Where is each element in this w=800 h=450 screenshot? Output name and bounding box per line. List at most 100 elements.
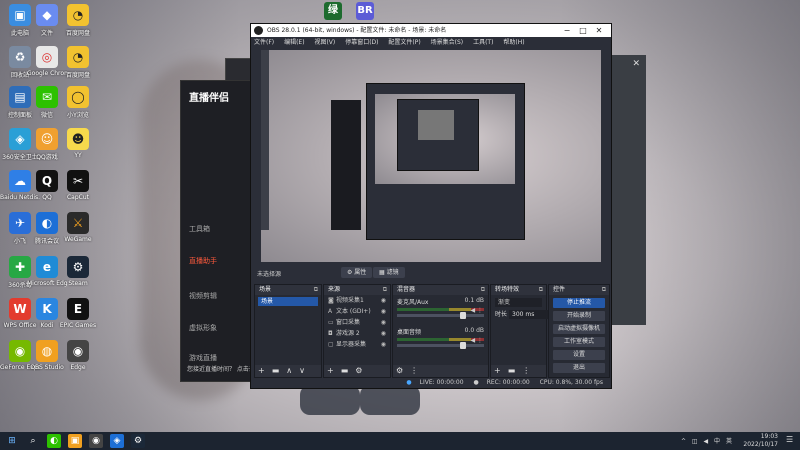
virtual-camera-button[interactable]: 启动虚拟摄像机 (553, 324, 605, 334)
desktop-icon[interactable]: ⚙ Steam (58, 256, 98, 287)
obs-window[interactable]: OBS 28.0.1 (64-bit, windows) - 配置文件: 未命名… (250, 23, 612, 389)
desktop-icon[interactable]: ⚔ WeGame (58, 212, 98, 243)
duration-input[interactable]: 300 ms (509, 310, 548, 319)
taskbar-app-icon[interactable]: ◉ (89, 434, 103, 448)
desktop-icon[interactable]: ✂ CapCut (58, 170, 98, 201)
desktop-icon[interactable]: ◯ 小Y浏览 (58, 86, 98, 119)
menu-docks[interactable]: 停靠窗口(D) (345, 39, 378, 46)
up-icon[interactable]: ∧ (286, 366, 292, 375)
close-icon[interactable]: ✕ (591, 24, 607, 37)
minimize-icon[interactable]: − (559, 24, 575, 37)
menu-tools[interactable]: 工具(T) (473, 39, 493, 46)
side-item[interactable]: 虚拟形象 (189, 323, 217, 333)
source-item[interactable]: ▭ 窗口采集 ◉ (324, 317, 390, 328)
trash-icon[interactable]: ▬ (508, 366, 516, 375)
visibility-icon[interactable]: ◉ (381, 328, 386, 339)
duration-row: 时长 300 ms (495, 310, 548, 319)
top-app-icon[interactable]: 绿 (324, 2, 342, 20)
scene-item[interactable]: 场景 (258, 297, 318, 306)
desktop-icon[interactable]: ☻ YY (58, 128, 98, 159)
visibility-icon[interactable]: ◉ (381, 339, 386, 350)
source-item[interactable]: ▢ 显示器采集 ◉ (324, 339, 390, 350)
menu-view[interactable]: 视图(V) (314, 39, 335, 46)
desktop-icon[interactable]: ◔ 百度网盘 (58, 4, 98, 37)
menu-help[interactable]: 帮助(H) (503, 39, 524, 46)
taskbar-app-icon[interactable]: ▣ (68, 434, 82, 448)
volume-slider[interactable] (397, 312, 484, 319)
side-item[interactable]: 工具箱 (189, 224, 210, 234)
search-icon[interactable]: ⌕ (26, 434, 40, 448)
down-icon[interactable]: ∨ (299, 366, 305, 375)
desktop-icon[interactable]: ◉ Edge (58, 340, 98, 371)
source-item[interactable]: A 文本 (GDI+) ◉ (324, 306, 390, 317)
nested-obs-capture (366, 83, 525, 240)
menu-file[interactable]: 文件(F) (254, 39, 274, 46)
dock-menu-icon[interactable]: ⧉ (539, 285, 543, 295)
trash-icon[interactable]: ▬ (272, 366, 280, 375)
desktop-icon[interactable]: E EPIC Games (58, 298, 98, 329)
slider-handle[interactable] (460, 342, 466, 349)
dock-header: 控件 ⧉ (549, 285, 609, 295)
steam-icon[interactable]: ⚙ (131, 434, 145, 448)
visibility-icon[interactable]: ◉ (381, 295, 386, 306)
menu-edit[interactable]: 编辑(E) (284, 39, 304, 46)
clock[interactable]: 19:03 2022/10/17 (738, 433, 778, 449)
source-item[interactable]: ◘ 游戏源 2 ◉ (324, 328, 390, 339)
menu-scene-collection[interactable]: 场景集合(S) (431, 39, 464, 46)
wallpaper-bow-left (300, 385, 360, 415)
trash-icon[interactable]: ▬ (341, 366, 349, 375)
volume-icon[interactable]: ◀ (704, 438, 709, 445)
maximize-icon[interactable]: □ (575, 24, 591, 37)
network-icon[interactable]: ◫ (692, 438, 698, 445)
gear-icon[interactable]: ⚙ (355, 366, 362, 375)
notification-icon[interactable]: ☰ (786, 435, 796, 446)
top-app-icon[interactable]: BR (356, 2, 374, 20)
menu-profile[interactable]: 配置文件(P) (388, 39, 420, 46)
speaker-icon[interactable]: ◀ ⋮ (470, 337, 483, 344)
dock-menu-icon[interactable]: ⧉ (383, 285, 387, 295)
speaker-icon[interactable]: ◀ ⋮ (470, 307, 483, 314)
transition-select[interactable]: 渐变 (495, 298, 542, 307)
volume-slider[interactable] (397, 342, 484, 349)
start-recording-button[interactable]: 开始录制 (553, 311, 605, 321)
obs-studio-icon: ◍ (36, 340, 58, 362)
side-item[interactable]: 游戏直播 (189, 353, 217, 363)
visibility-icon[interactable]: ◉ (381, 317, 386, 328)
filters-button[interactable]: ▦ 滤镜 (373, 267, 405, 278)
ime-label-2[interactable]: 英 (726, 438, 732, 445)
chevron-up-icon[interactable]: ^ (681, 438, 686, 445)
add-icon[interactable]: + (327, 366, 334, 375)
preview-canvas[interactable] (261, 50, 601, 262)
stop-streaming-button[interactable]: 停止推流 (553, 298, 605, 308)
visibility-icon[interactable]: ◉ (381, 306, 386, 317)
exit-button[interactable]: 退出 (553, 363, 605, 373)
obs-icon: ◉ (67, 340, 89, 362)
gear-icon[interactable]: ⚙ (396, 366, 403, 375)
source-item[interactable]: ◙ 视频采集1 ◉ (324, 295, 390, 306)
yy-icon: ☻ (67, 128, 89, 150)
settings-button[interactable]: 设置 (553, 350, 605, 360)
side-item[interactable]: 直播助手 (189, 256, 217, 266)
close-icon[interactable]: ✕ (632, 59, 640, 69)
background-app-window[interactable]: ✕ (610, 55, 646, 325)
tray-icons: ^ ◫ ◀ 中 英 (677, 436, 732, 445)
dock-menu-icon[interactable]: ⧉ (602, 285, 606, 295)
taskbar-app-icon[interactable]: ◐ (47, 434, 61, 448)
mixer-dock: 混音器 ⧉ 麦克风/Aux 0.1 dB ◀ ⋮ 桌面音频 0.0 dB ◀ ⋮ ⚙ ⋮ (392, 284, 489, 378)
start-button[interactable]: ⊞ (5, 434, 19, 448)
ime-label[interactable]: 中 (714, 438, 720, 445)
add-icon[interactable]: + (258, 366, 265, 375)
desktop-icon[interactable]: ◔ 百度网盘 (58, 46, 98, 79)
more-icon[interactable]: ⋮ (522, 366, 530, 375)
properties-button[interactable]: ⚙ 属性 (341, 267, 373, 278)
dock-menu-icon[interactable]: ⧉ (481, 285, 485, 295)
side-item[interactable]: 视频剪辑 (189, 291, 217, 301)
add-icon[interactable]: + (494, 366, 501, 375)
studio-mode-button[interactable]: 工作室模式 (553, 337, 605, 347)
notice-text[interactable]: 您接近直播时间？ 点击去 (187, 364, 255, 373)
preview-icon-strip (261, 50, 269, 230)
slider-handle[interactable] (460, 312, 466, 319)
taskbar-app-icon[interactable]: ◈ (110, 434, 124, 448)
dock-menu-icon[interactable]: ⧉ (314, 285, 318, 295)
more-icon[interactable]: ⋮ (410, 366, 418, 375)
